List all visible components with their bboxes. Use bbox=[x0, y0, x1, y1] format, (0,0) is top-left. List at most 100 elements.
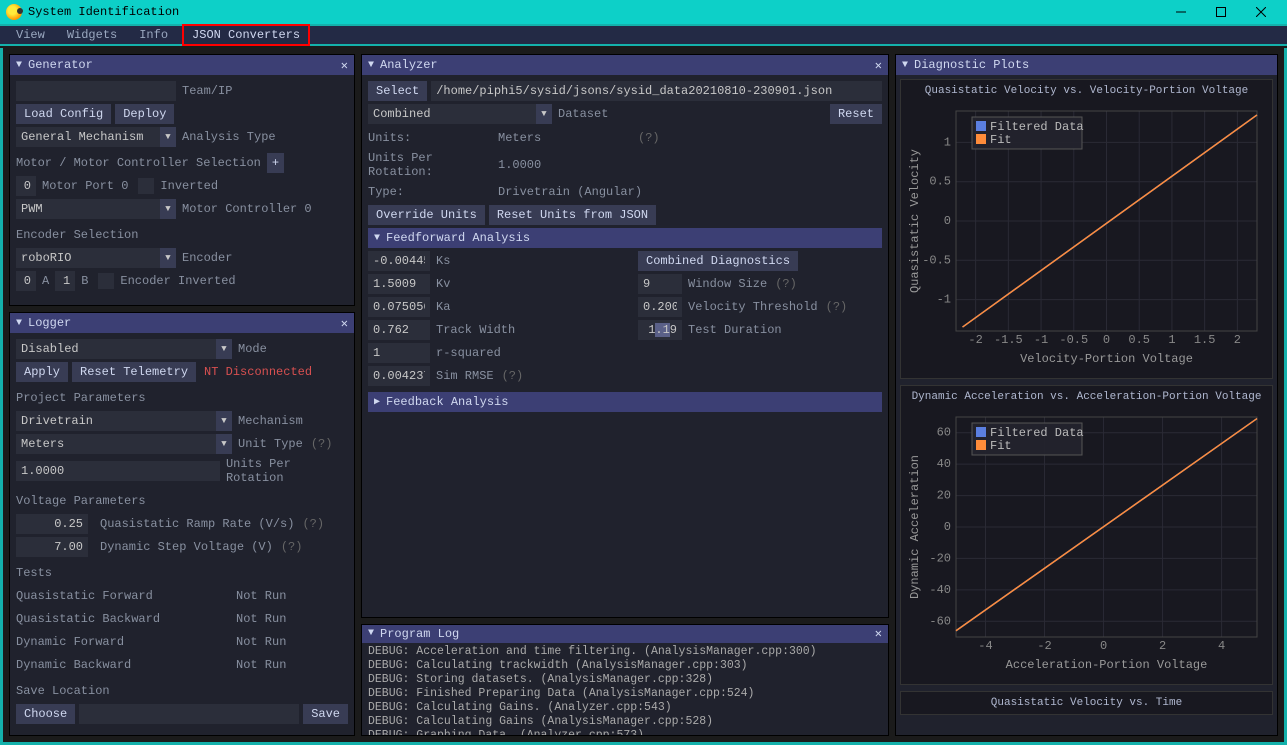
encoder-inverted-checkbox[interactable] bbox=[98, 273, 114, 289]
dyn-step-input[interactable] bbox=[16, 537, 88, 557]
dataset-dropdown[interactable]: Combined▼ bbox=[368, 104, 552, 124]
close-icon[interactable]: ✕ bbox=[341, 58, 348, 73]
plot-dynamic-acceleration[interactable]: Dynamic Acceleration vs. Acceleration-Po… bbox=[900, 385, 1273, 685]
menu-json-converters[interactable]: JSON Converters bbox=[182, 24, 310, 46]
team-ip-label: Team/IP bbox=[182, 84, 232, 98]
collapse-icon: ▼ bbox=[368, 628, 374, 639]
deploy-button[interactable]: Deploy bbox=[115, 104, 174, 124]
encoder-section-label: Encoder Selection bbox=[16, 228, 138, 242]
svg-text:-1: -1 bbox=[1034, 333, 1048, 347]
tests-label: Tests bbox=[16, 566, 52, 580]
svg-text:0.5: 0.5 bbox=[1128, 333, 1150, 347]
svg-text:-2: -2 bbox=[968, 333, 982, 347]
svg-text:1: 1 bbox=[944, 135, 951, 149]
apply-button[interactable]: Apply bbox=[16, 362, 68, 382]
generator-header[interactable]: ▼ Generator ✕ bbox=[10, 55, 354, 75]
team-ip-input[interactable] bbox=[16, 81, 176, 101]
ks-value[interactable] bbox=[368, 251, 430, 271]
svg-text:-4: -4 bbox=[978, 639, 992, 653]
reset-button[interactable]: Reset bbox=[830, 104, 882, 124]
close-icon[interactable]: ✕ bbox=[341, 316, 348, 331]
menu-widgets[interactable]: Widgets bbox=[59, 26, 125, 44]
analysis-type-dropdown[interactable]: General Mechanism▼ bbox=[16, 127, 176, 147]
svg-text:0: 0 bbox=[1100, 639, 1107, 653]
plot-quasistatic-velocity[interactable]: Quasistatic Velocity vs. Velocity-Portio… bbox=[900, 79, 1273, 379]
select-file-button[interactable]: Select bbox=[368, 81, 427, 101]
menubar: View Widgets Info JSON Converters bbox=[0, 24, 1287, 46]
override-units-button[interactable]: Override Units bbox=[368, 205, 485, 225]
unit-type-dropdown[interactable]: Meters▼ bbox=[16, 434, 232, 454]
r2-value[interactable] bbox=[368, 343, 430, 363]
svg-text:Quasistatic Velocity: Quasistatic Velocity bbox=[908, 149, 922, 293]
svg-text:Acceleration-Portion Voltage: Acceleration-Portion Voltage bbox=[1006, 658, 1208, 672]
reset-telemetry-button[interactable]: Reset Telemetry bbox=[72, 362, 196, 382]
plot-quasistatic-time[interactable]: Quasistatic Velocity vs. Time bbox=[900, 691, 1273, 715]
encoder-a-input[interactable] bbox=[16, 271, 36, 291]
test-name: Dynamic Forward bbox=[16, 635, 236, 649]
motor-port-label: Motor Port 0 bbox=[42, 179, 128, 193]
motor-inverted-checkbox[interactable] bbox=[138, 178, 154, 194]
menu-view[interactable]: View bbox=[8, 26, 53, 44]
ka-value[interactable] bbox=[368, 297, 430, 317]
analysis-type-label: Analysis Type bbox=[182, 130, 276, 144]
test-duration-input[interactable]: 1.19 bbox=[638, 320, 682, 340]
motor-port-input[interactable] bbox=[16, 176, 36, 196]
encoder-inverted-label: Encoder Inverted bbox=[120, 274, 235, 288]
kv-value[interactable] bbox=[368, 274, 430, 294]
svg-text:Velocity-Portion Voltage: Velocity-Portion Voltage bbox=[1020, 352, 1193, 366]
svg-text:-60: -60 bbox=[929, 614, 951, 628]
analyzer-header[interactable]: ▼ Analyzer ✕ bbox=[362, 55, 888, 75]
diagnostic-plots-panel: ▼ Diagnostic Plots Quasistatic Velocity … bbox=[895, 54, 1278, 736]
motor-section-label: Motor / Motor Controller Selection bbox=[16, 156, 261, 170]
save-button[interactable]: Save bbox=[303, 704, 348, 724]
logger-mode-dropdown[interactable]: Disabled▼ bbox=[16, 339, 232, 359]
add-motor-button[interactable]: + bbox=[267, 153, 284, 173]
maximize-button[interactable] bbox=[1201, 0, 1241, 24]
svg-text:-0.5: -0.5 bbox=[922, 253, 951, 267]
reset-units-button[interactable]: Reset Units from JSON bbox=[489, 205, 656, 225]
svg-text:Fit: Fit bbox=[990, 439, 1012, 453]
close-icon[interactable]: ✕ bbox=[875, 58, 882, 73]
plots-header[interactable]: ▼ Diagnostic Plots bbox=[896, 55, 1277, 75]
units-per-rotation-input[interactable] bbox=[16, 461, 220, 481]
quasi-ramp-input[interactable] bbox=[16, 514, 88, 534]
svg-text:60: 60 bbox=[937, 426, 951, 440]
collapse-icon: ▼ bbox=[16, 318, 22, 329]
collapse-icon: ▼ bbox=[16, 60, 22, 71]
feedforward-header[interactable]: ▼ Feedforward Analysis bbox=[368, 228, 882, 248]
close-button[interactable] bbox=[1241, 0, 1281, 24]
svg-text:-1: -1 bbox=[937, 293, 951, 307]
encoder-b-input[interactable] bbox=[55, 271, 75, 291]
test-status: Not Run bbox=[236, 589, 286, 603]
menu-info[interactable]: Info bbox=[131, 26, 176, 44]
test-status: Not Run bbox=[236, 635, 286, 649]
project-params-label: Project Parameters bbox=[16, 391, 146, 405]
file-path-input[interactable] bbox=[431, 81, 882, 101]
program-log-header[interactable]: ▼ Program Log ✕ bbox=[362, 625, 888, 643]
track-width-value[interactable] bbox=[368, 320, 430, 340]
chevron-down-icon: ▼ bbox=[216, 434, 232, 454]
chevron-down-icon: ▼ bbox=[216, 339, 232, 359]
mechanism-dropdown[interactable]: Drivetrain▼ bbox=[16, 411, 232, 431]
choose-button[interactable]: Choose bbox=[16, 704, 75, 724]
rmse-value[interactable] bbox=[368, 366, 430, 386]
velocity-threshold-input[interactable] bbox=[638, 297, 682, 317]
encoder-dropdown[interactable]: roboRIO▼ bbox=[16, 248, 176, 268]
svg-text:40: 40 bbox=[937, 457, 951, 471]
svg-text:-0.5: -0.5 bbox=[1059, 333, 1088, 347]
window-size-input[interactable] bbox=[638, 274, 682, 294]
combined-diagnostics-button[interactable]: Combined Diagnostics bbox=[638, 251, 798, 271]
load-config-button[interactable]: Load Config bbox=[16, 104, 111, 124]
svg-text:0: 0 bbox=[944, 214, 951, 228]
svg-text:Filtered Data: Filtered Data bbox=[990, 426, 1084, 440]
motor-controller-dropdown[interactable]: PWM▼ bbox=[16, 199, 176, 219]
svg-text:1.5: 1.5 bbox=[1194, 333, 1216, 347]
feedback-header[interactable]: ▶ Feedback Analysis bbox=[368, 392, 882, 412]
logger-header[interactable]: ▼ Logger ✕ bbox=[10, 313, 354, 333]
close-icon[interactable]: ✕ bbox=[875, 626, 882, 641]
minimize-button[interactable] bbox=[1161, 0, 1201, 24]
save-path-input[interactable] bbox=[79, 704, 299, 724]
svg-text:Dynamic Acceleration: Dynamic Acceleration bbox=[908, 455, 922, 599]
svg-text:20: 20 bbox=[937, 489, 951, 503]
svg-text:0: 0 bbox=[1103, 333, 1110, 347]
